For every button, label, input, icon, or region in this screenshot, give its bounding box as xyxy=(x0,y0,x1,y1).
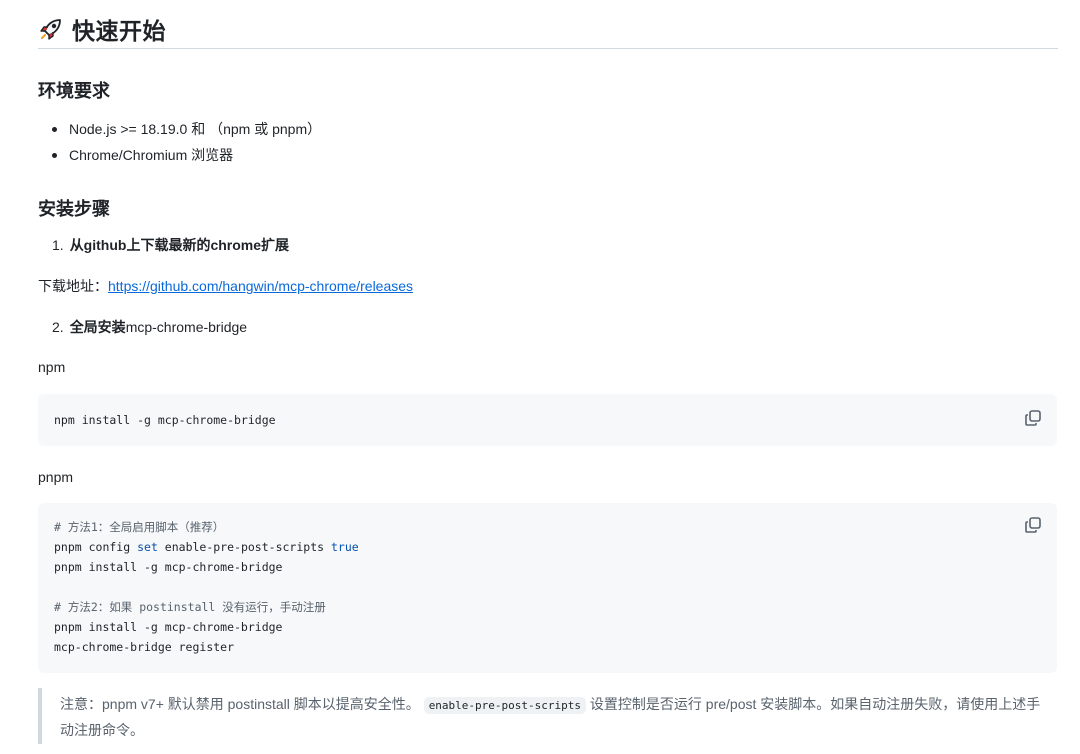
copy-icon[interactable] xyxy=(1023,408,1043,428)
code-keyword: true xyxy=(330,540,359,554)
code-keyword: set xyxy=(137,540,158,554)
env-heading: 环境要求 xyxy=(38,81,110,101)
step-1: 1. 从github上下载最新的chrome扩展 xyxy=(52,235,289,255)
step-text: 从github上下载最新的chrome扩展 xyxy=(69,237,290,253)
step-text: mcp-chrome-bridge xyxy=(125,319,248,335)
code-text: enable-pre-post-scripts xyxy=(157,540,331,554)
download-label: 下载地址： xyxy=(38,278,108,294)
code-line: pnpm config set enable-pre-post-scripts … xyxy=(54,537,359,557)
pnpm-code-block: # 方法1：全局启用脚本（推荐） pnpm config set enable-… xyxy=(38,503,1057,673)
list-item: Node.js >= 18.19.0 和 （npm 或 pnpm） xyxy=(52,116,321,142)
copy-icon[interactable] xyxy=(1023,515,1043,535)
section-title: 快速开始 xyxy=(72,18,166,44)
code-comment: # 方法2：如果 postinstall 没有运行，手动注册 xyxy=(54,600,326,614)
code-line: mcp-chrome-bridge register xyxy=(54,640,235,654)
env-list: Node.js >= 18.19.0 和 （npm 或 pnpm） Chrome… xyxy=(52,116,321,168)
markdown-page: 快速开始 环境要求 Node.js >= 18.19.0 和 （npm 或 pn… xyxy=(0,0,1080,754)
list-item: Chrome/Chromium 浏览器 xyxy=(52,142,321,168)
section-heading: 快速开始 xyxy=(38,10,1058,49)
code-content: # 方法1：全局启用脚本（推荐） pnpm config set enable-… xyxy=(54,517,359,657)
code-line: pnpm install -g mcp-chrome-bridge xyxy=(54,620,283,634)
step-bold: 全局安装 xyxy=(69,319,126,335)
step-2: 2. 全局安装mcp-chrome-bridge xyxy=(52,317,247,337)
code-comment: # 方法1：全局启用脚本（推荐） xyxy=(54,520,225,534)
rocket-icon xyxy=(40,19,61,40)
pnpm-label: pnpm xyxy=(38,469,74,485)
note-text: 注意：pnpm v7+ 默认禁用 postinstall 脚本以提高安全性。 e… xyxy=(60,692,1050,742)
code-content: npm install -g mcp-chrome-bridge xyxy=(54,410,276,430)
install-heading: 安装步骤 xyxy=(38,199,110,219)
note-text-before: 注意：pnpm v7+ 默认禁用 postinstall 脚本以提高安全性。 xyxy=(60,696,420,712)
step-number: 2. xyxy=(52,319,64,335)
download-link[interactable]: https://github.com/hangwin/mcp-chrome/re… xyxy=(108,278,413,294)
npm-label: npm xyxy=(38,359,66,375)
step-number: 1. xyxy=(52,237,64,253)
download-line: 下载地址：https://github.com/hangwin/mcp-chro… xyxy=(38,276,413,296)
note-blockquote: 注意：pnpm v7+ 默认禁用 postinstall 脚本以提高安全性。 e… xyxy=(38,688,1061,744)
code-line: pnpm install -g mcp-chrome-bridge xyxy=(54,560,283,574)
npm-code-block: npm install -g mcp-chrome-bridge xyxy=(38,394,1057,446)
inline-code: enable-pre-post-scripts xyxy=(423,697,587,714)
code-line: npm install -g mcp-chrome-bridge xyxy=(54,413,276,427)
code-text: pnpm config xyxy=(54,540,138,554)
